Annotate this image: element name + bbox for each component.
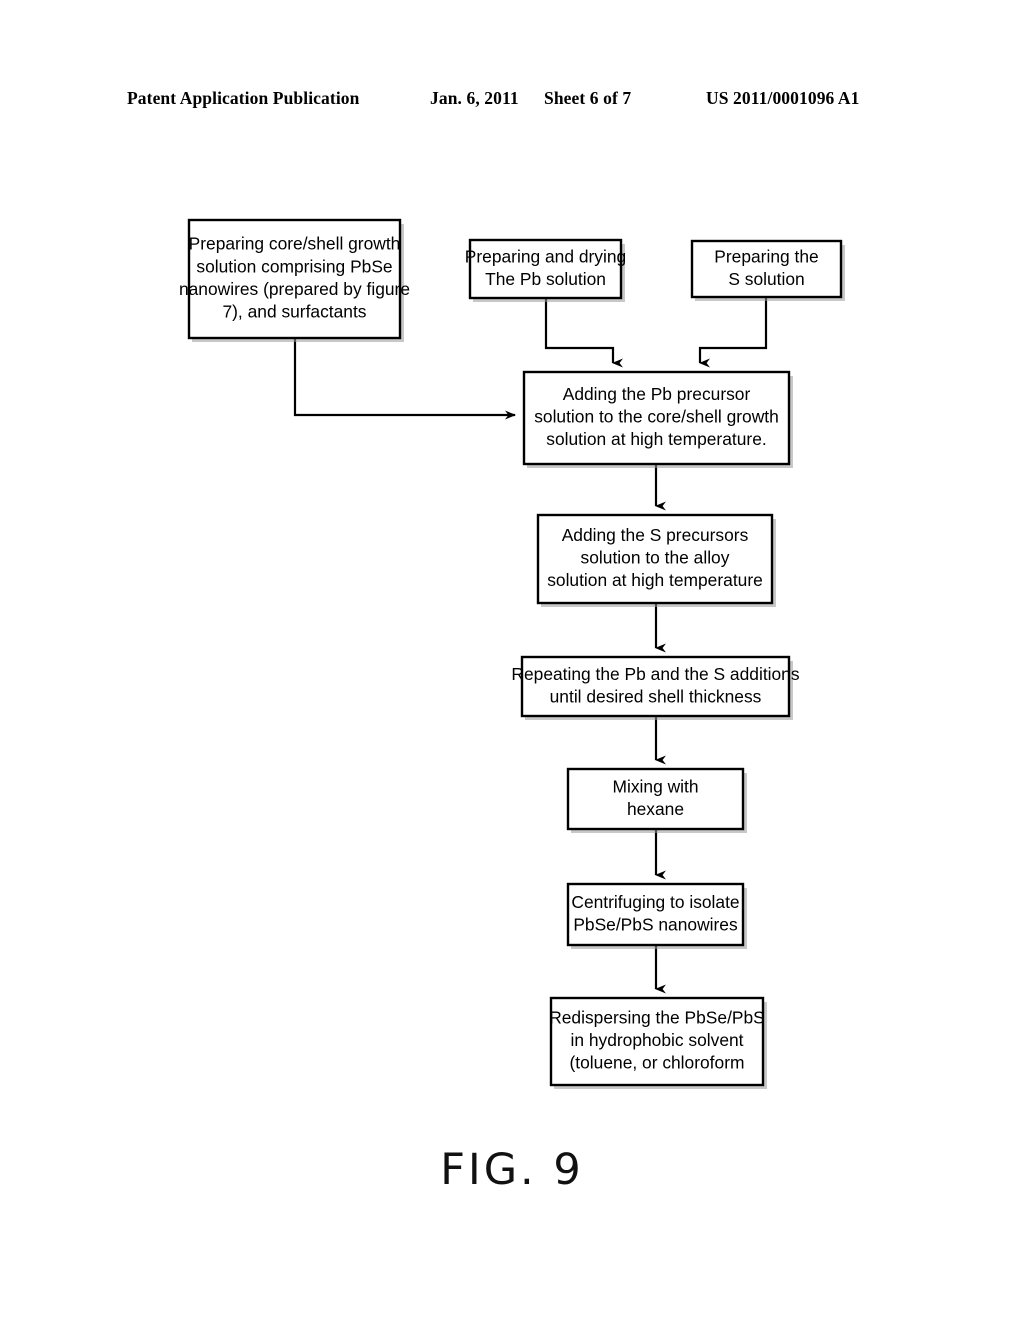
- node-text-line: Preparing core/shell growth: [189, 234, 401, 254]
- node-text-line: (toluene, or chloroform: [570, 1053, 745, 1073]
- node-text-line: Redispersing the PbSe/PbS: [549, 1007, 765, 1027]
- node-text-line: until desired shell thickness: [550, 686, 762, 706]
- flow-node-adding-s-precursors: Adding the S precursors solution to the a…: [536, 513, 776, 607]
- flow-node-repeating-additions: Repeating the Pb and the S additionsunti…: [511, 655, 800, 720]
- flow-connector-core-shell-to-adding-pb: [293, 338, 516, 420]
- flow-node-pb-solution: Preparing and drying The Pb solution: [465, 238, 626, 302]
- flowchart-diagram: Preparing core/shell growth solution comp…: [0, 0, 1024, 1320]
- flow-connector-pb-solution-to-adding-pb: [544, 298, 623, 368]
- flow-node-redispersing-solvent: Redispersing the PbSe/PbS in hydrophobic …: [549, 996, 767, 1089]
- node-text-line: solution to the alloy: [581, 548, 730, 568]
- node-text-line: Preparing the: [714, 246, 818, 266]
- node-text-line: Repeating the Pb and the S additions: [511, 664, 799, 684]
- node-text-line: in hydrophobic solvent: [570, 1030, 743, 1050]
- flow-node-core-shell-growth-solution: Preparing core/shell growthsolution comp…: [179, 218, 410, 342]
- node-text-line: nanowires (prepared by figure: [179, 279, 410, 299]
- node-text-line: Mixing with: [612, 776, 698, 796]
- flow-node-adding-pb-precursor: Adding the Pb precursor solution to the c…: [522, 370, 793, 468]
- node-text-line: Adding the Pb precursor: [563, 384, 751, 404]
- node-text-line: The Pb solution: [485, 269, 606, 289]
- node-text-line: solution to the core/shell growth: [534, 407, 779, 427]
- node-text-line: solution at high temperature: [547, 570, 763, 590]
- node-text-line: Adding the S precursors: [562, 525, 749, 545]
- node-layer: Preparing core/shell growthsolution comp…: [179, 218, 845, 1089]
- node-text-line: PbSe/PbS nanowires: [573, 914, 738, 934]
- flow-connector-s-solution-to-adding-pb: [698, 297, 768, 368]
- node-text-line: Centrifuging to isolate: [571, 892, 739, 912]
- node-text-line: hexane: [627, 799, 684, 819]
- node-text-line: solution at high temperature.: [546, 429, 766, 449]
- node-text-line: S solution: [728, 269, 804, 289]
- flow-node-centrifuging-isolate: Centrifuging to isolatePbSe/PbS nanowire…: [566, 882, 747, 949]
- node-text-line: solution comprising PbSe: [196, 256, 392, 276]
- flow-node-s-solution: Preparing the S solution: [690, 239, 845, 301]
- flow-node-mixing-with-hexane: Mixing with hexane: [566, 767, 747, 833]
- node-text-line: 7), and surfactants: [222, 301, 366, 321]
- figure-caption: FIG. 9: [440, 1145, 584, 1195]
- node-text-line: Preparing and drying: [465, 246, 626, 266]
